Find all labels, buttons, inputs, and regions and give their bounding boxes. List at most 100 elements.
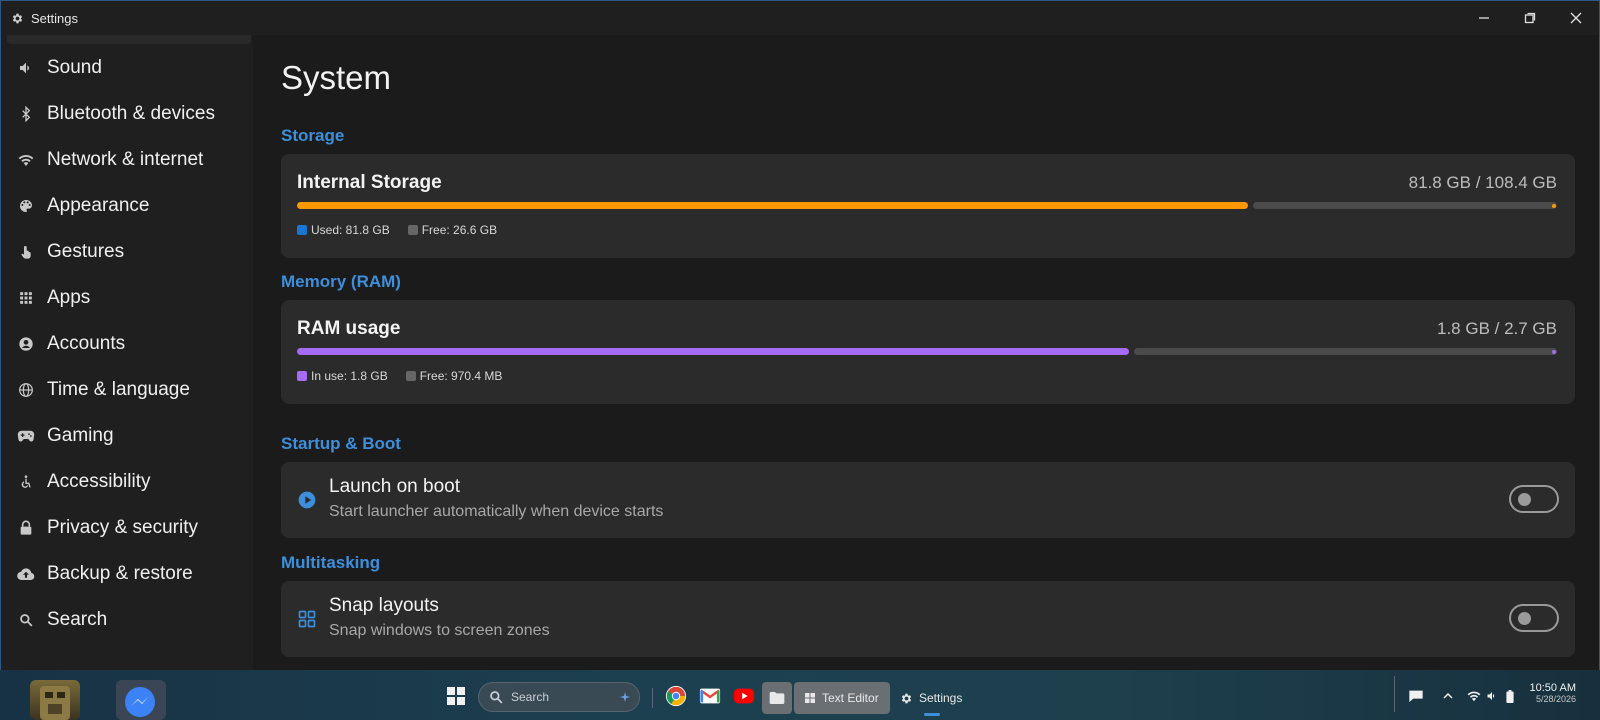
search-icon [17, 611, 35, 629]
sidebar-item-label: Network & internet [47, 149, 204, 170]
sidebar-item-accounts[interactable]: Accounts [1, 321, 253, 367]
sidebar-item-label: Search [47, 609, 108, 630]
legend-used: Used: 81.8 GB [297, 223, 390, 237]
file-manager-button[interactable] [762, 682, 792, 714]
sidebar-item-label: Time & language [47, 379, 190, 400]
clock-date: 5/28/2026 [1535, 694, 1576, 704]
memory-card-title: RAM usage [297, 318, 401, 339]
chrome-icon[interactable] [664, 684, 688, 708]
sidebar-item-label: Bluetooth & devices [47, 103, 215, 124]
window-title: Settings [31, 10, 78, 26]
restore-icon [1524, 12, 1536, 24]
snap-grid-icon [297, 609, 317, 629]
storage-card: Internal Storage 81.8 GB / 108.4 GB Used… [281, 154, 1575, 258]
tray-battery-button[interactable] [1498, 684, 1522, 708]
memory-bar-used [297, 348, 1129, 355]
launch-on-boot-title: Launch on boot [329, 476, 461, 497]
memory-progress-bar [297, 348, 1557, 355]
tray-expand-button[interactable] [1436, 684, 1460, 708]
sidebar-item-label: Gaming [47, 425, 114, 446]
storage-legend: Used: 81.8 GB Free: 26.6 GB [297, 223, 497, 237]
memory-legend: In use: 1.8 GB Free: 970.4 MB [297, 369, 502, 383]
taskbar-task-settings[interactable]: Settings [894, 682, 976, 716]
speaker-icon [1487, 692, 1495, 700]
taskbar-search-placeholder: Search [511, 690, 550, 704]
cloud-upload-icon [17, 565, 35, 583]
sidebar: Sound Bluetooth & devices Network & inte… [1, 35, 253, 671]
accessibility-icon [17, 473, 35, 491]
taskbar-clock[interactable]: 10:50 AM 5/28/2026 [1524, 682, 1576, 704]
storage-progress-bar [297, 202, 1557, 209]
section-heading-startup: Startup & Boot [281, 434, 401, 453]
storage-card-value: 81.8 GB / 108.4 GB [1408, 173, 1557, 192]
taskbar-search-input[interactable]: Search [478, 682, 640, 712]
sidebar-item-appearance[interactable]: Appearance [1, 183, 253, 229]
sidebar-item-accessibility[interactable]: Accessibility [1, 459, 253, 505]
search-icon [490, 691, 503, 704]
snap-layouts-row[interactable]: Snap layouts Snap windows to screen zone… [281, 581, 1575, 657]
storage-bar-free [1253, 202, 1557, 209]
taskbar: Search Text Editor Settings 10:50 AM 5/2… [0, 670, 1600, 720]
settings-window: Settings Sound Bluetooth & devices Netwo… [0, 0, 1600, 672]
sidebar-item-bluetooth[interactable]: Bluetooth & devices [1, 91, 253, 137]
minimize-icon [1479, 17, 1489, 19]
notifications-button[interactable] [1404, 684, 1428, 708]
section-heading-storage: Storage [281, 126, 345, 145]
sidebar-item-label: Apps [47, 287, 91, 308]
close-button[interactable] [1553, 1, 1599, 35]
sidebar-item-label: Accounts [47, 333, 126, 354]
toggle-knob [1518, 612, 1531, 625]
launch-on-boot-subtitle: Start launcher automatically when device… [329, 503, 664, 520]
legend-free: Free: 970.4 MB [405, 369, 502, 383]
sidebar-item-backup-restore[interactable]: Backup & restore [1, 551, 253, 597]
minimize-button[interactable] [1461, 1, 1507, 35]
sidebar-item-gestures[interactable]: Gestures [1, 229, 253, 275]
close-icon [1570, 12, 1582, 24]
launch-on-boot-row[interactable]: Launch on boot Start launcher automatica… [281, 462, 1575, 538]
sidebar-item-privacy-security[interactable]: Privacy & security [1, 505, 253, 551]
legend-in-use: In use: 1.8 GB [297, 369, 388, 383]
sidebar-item-sound[interactable]: Sound [1, 45, 253, 91]
snap-layouts-title: Snap layouts [329, 595, 439, 616]
bluetooth-icon [17, 105, 35, 123]
sidebar-item-gaming[interactable]: Gaming [1, 413, 253, 459]
snap-layouts-toggle[interactable] [1509, 604, 1559, 632]
clock-time: 10:50 AM [1529, 682, 1576, 694]
section-heading-multitasking: Multitasking [281, 553, 381, 572]
youtube-icon[interactable] [732, 684, 756, 708]
sidebar-item-label: Accessibility [47, 471, 151, 492]
restore-button[interactable] [1507, 1, 1553, 35]
storage-bar-end-dot [1552, 204, 1556, 208]
sidebar-item-apps[interactable]: Apps [1, 275, 253, 321]
start-menu-button[interactable] [444, 684, 468, 708]
sidebar-item-label: Backup & restore [47, 563, 193, 584]
sidebar-item-label: Gestures [47, 241, 125, 262]
sidebar-item-search[interactable]: Search [1, 597, 253, 643]
palette-icon [17, 197, 35, 215]
gmail-icon[interactable] [698, 684, 722, 708]
memory-card-value: 1.8 GB / 2.7 GB [1436, 319, 1557, 338]
task-label: Text Editor [822, 691, 879, 705]
sidebar-item-network[interactable]: Network & internet [1, 137, 253, 183]
account-circle-icon [17, 335, 35, 353]
memory-bar-end-dot [1552, 350, 1556, 354]
taskbar-divider [652, 688, 653, 708]
sidebar-item-time-language[interactable]: Time & language [1, 367, 253, 413]
main-content: System Storage Internal Storage 81.8 GB … [253, 35, 1599, 671]
chevron-up-icon [1443, 692, 1453, 699]
gesture-hand-icon [17, 243, 35, 261]
sidebar-item-label: Appearance [47, 195, 150, 216]
messenger-icon[interactable] [116, 680, 166, 720]
title-bar[interactable]: Settings [1, 1, 1599, 35]
globe-icon [17, 381, 35, 399]
window-grid-icon [805, 693, 815, 703]
storage-bar-used [297, 202, 1249, 209]
game-app-icon[interactable] [30, 680, 80, 720]
launch-on-boot-toggle[interactable] [1509, 485, 1559, 513]
legend-free: Free: 26.6 GB [407, 223, 497, 237]
speaker-icon [17, 59, 35, 77]
gear-icon [11, 11, 25, 25]
active-task-indicator [924, 713, 940, 716]
wifi-icon [1467, 691, 1481, 702]
taskbar-task-text-editor[interactable]: Text Editor [794, 682, 890, 714]
